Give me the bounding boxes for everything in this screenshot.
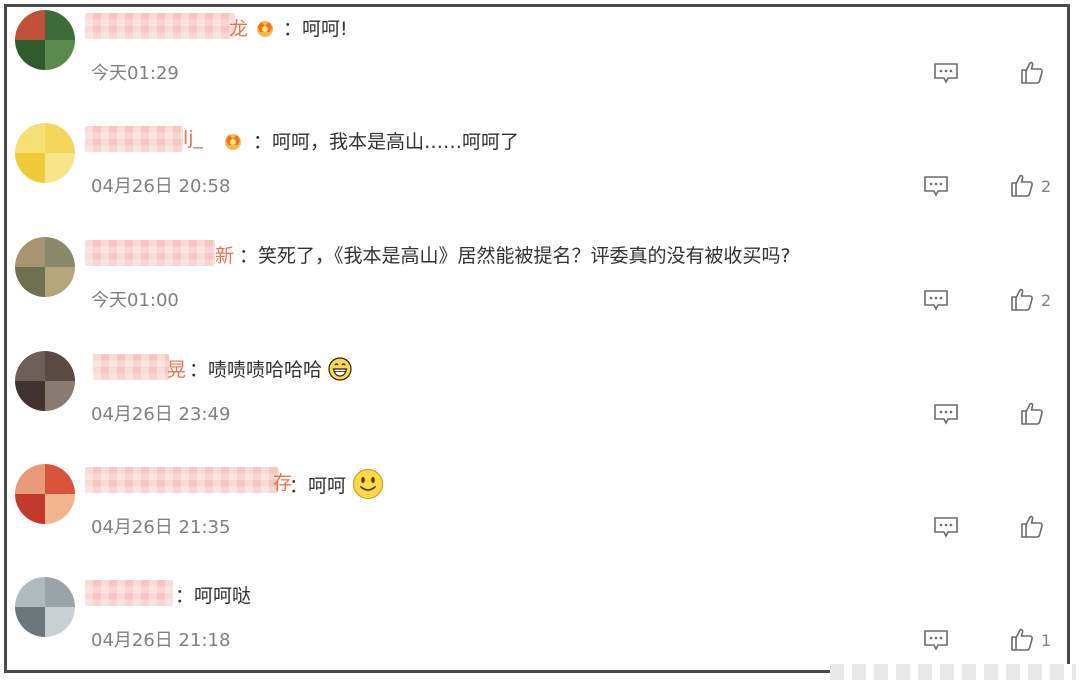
- comment-colon: ：: [289, 475, 309, 497]
- comment-item: lj_ ：呵呵，我本是高山……呵呵了 04月26日 20:58 2: [7, 120, 1073, 233]
- username-tail[interactable]: lj_: [183, 127, 203, 149]
- comment-colon: ：: [253, 131, 273, 153]
- comment-item: 晃 ：啧啧啧哈哈哈 04月26日 23:49: [7, 348, 1073, 461]
- comment-time: 04月26日 21:18: [91, 630, 231, 651]
- username-redacted[interactable]: [85, 13, 235, 39]
- comment-text: 呵呵，我本是高山……呵呵了: [272, 131, 520, 153]
- comment-time: 今天01:29: [91, 63, 179, 84]
- avatar[interactable]: [15, 10, 75, 70]
- comment-colon: ：: [239, 245, 259, 267]
- avatar[interactable]: [15, 464, 75, 524]
- thumbs-up-icon: [1011, 628, 1033, 651]
- reply-comment-icon[interactable]: [923, 174, 949, 198]
- like-count: 1: [1041, 631, 1052, 650]
- grinning-face-icon: [328, 357, 352, 381]
- username-redacted[interactable]: [85, 467, 279, 493]
- username-tail[interactable]: 新: [215, 241, 234, 268]
- comment-time: 04月26日 20:58: [91, 176, 231, 197]
- comment-time: 今天01:00: [91, 290, 179, 311]
- reply-comment-icon[interactable]: [933, 515, 959, 539]
- reply-comment-icon[interactable]: [923, 628, 949, 652]
- like-button[interactable]: 2: [1009, 170, 1051, 198]
- reply-comment-icon[interactable]: [933, 61, 959, 85]
- like-button[interactable]: [1019, 511, 1051, 539]
- vip-crown-icon: [225, 134, 241, 150]
- avatar[interactable]: [15, 577, 75, 637]
- comment-text: 呵呵哒: [194, 585, 252, 607]
- username-redacted[interactable]: [85, 240, 215, 266]
- like-button[interactable]: [1019, 398, 1051, 426]
- thumbs-up-icon: [1011, 288, 1033, 311]
- username-redacted[interactable]: [85, 126, 183, 152]
- thumbs-up-icon: [1021, 515, 1043, 538]
- avatar[interactable]: [15, 351, 75, 411]
- comment-colon: ：: [189, 359, 209, 381]
- like-button[interactable]: 1: [1009, 624, 1051, 652]
- comment-time: 04月26日 23:49: [91, 404, 231, 425]
- like-count: 2: [1041, 291, 1052, 310]
- like-button[interactable]: [1019, 57, 1051, 85]
- thumbs-up-icon: [1011, 174, 1033, 197]
- thumbs-up-icon: [1021, 61, 1043, 84]
- comment-item: 龙 ：呵呵! 今天01:29: [7, 7, 1073, 120]
- reply-comment-icon[interactable]: [933, 402, 959, 426]
- comment-item: 存 ：呵呵 04月26日 21:35: [7, 461, 1073, 574]
- avatar[interactable]: [15, 237, 75, 297]
- username-redacted[interactable]: [93, 354, 169, 380]
- comment-colon: ：: [175, 585, 195, 607]
- reply-comment-icon[interactable]: [923, 288, 949, 312]
- comment-list: 龙 ：呵呵! 今天01:29 lj_ ：呵呵，我本是高山……呵呵了 04月26日…: [4, 4, 1070, 673]
- username-tail[interactable]: 晃: [167, 355, 186, 382]
- username-tail[interactable]: 龙: [229, 14, 248, 41]
- like-count: 2: [1041, 177, 1052, 196]
- vip-crown-icon: [257, 21, 273, 37]
- comment-text: 呵呵!: [302, 18, 348, 40]
- comment-colon: ：: [283, 18, 303, 40]
- smiling-face-icon: [352, 468, 384, 500]
- comment-text: 啧啧啧哈哈哈: [208, 359, 323, 381]
- thumbs-up-icon: [1021, 402, 1043, 425]
- comment-text: 呵呵: [308, 475, 347, 497]
- watermark-strip: [830, 664, 1076, 680]
- comment-text: 笑死了，《我本是高山》居然能被提名？评委真的没有被收买吗?: [258, 245, 791, 267]
- avatar[interactable]: [15, 123, 75, 183]
- comment-time: 04月26日 21:35: [91, 517, 231, 538]
- like-button[interactable]: 2: [1009, 284, 1051, 312]
- comment-item: 新 ：笑死了，《我本是高山》居然能被提名？评委真的没有被收买吗? 今天01:00…: [7, 234, 1073, 347]
- username-redacted[interactable]: [85, 580, 173, 606]
